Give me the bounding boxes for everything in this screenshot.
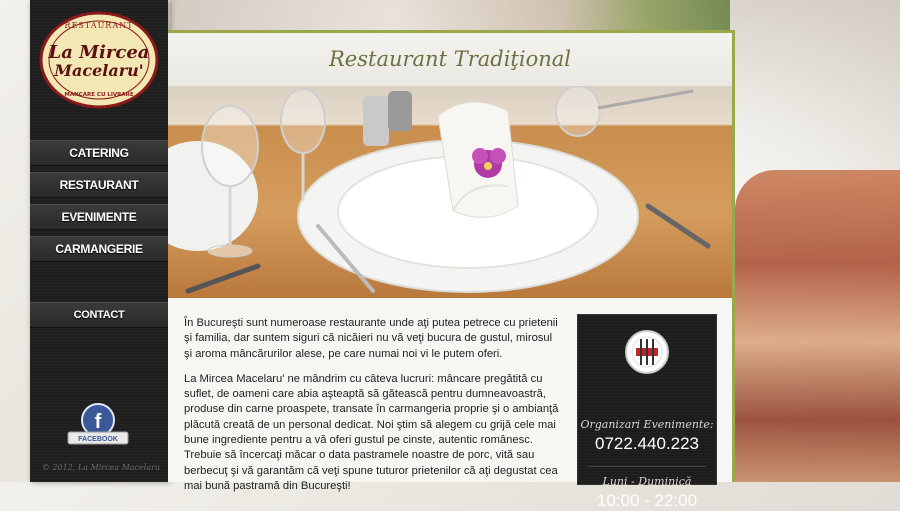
events-phone[interactable]: 0722.440.223 [578, 434, 716, 454]
logo-bottom-text: MANCARE CU LIVRARE [64, 92, 133, 98]
logo-top-text: RESTAURANT [65, 21, 134, 30]
intro-paragraph-1: În Bucureşti sunt numeroase restaurante … [184, 317, 558, 360]
logo-name-line1: La Mircea [48, 42, 150, 63]
main-nav: Catering Restaurant Evenimente Carmanger… [30, 140, 168, 334]
nav-item-contact[interactable]: Contact [30, 302, 168, 328]
events-label: Organizari Evenimente: [580, 418, 714, 431]
background-herbs [170, 0, 730, 32]
facebook-label: FACEBOOK [78, 436, 118, 443]
copyright: © 2012, La Mircea Macelaru [41, 463, 161, 472]
hero-image [168, 86, 732, 298]
nav-item-evenimente[interactable]: Evenimente [30, 204, 168, 230]
intro-paragraph-2: La Mircea Macelaru' ne mândrim cu câteva… [184, 372, 559, 492]
main-panel: Restaurant Tradiţional În Bucureşti sunt… [168, 30, 735, 510]
nav-item-catering[interactable]: Catering [30, 140, 168, 166]
sidebar: RESTAURANT La Mircea Macelaru' MANCARE C… [30, 0, 168, 482]
nav-item-restaurant[interactable]: Restaurant [30, 172, 168, 198]
facebook-badge[interactable]: f FACEBOOK [66, 402, 130, 448]
svg-text:f: f [95, 411, 102, 433]
opening-hours: 10:00 - 22:00 [596, 491, 698, 510]
restaurant-logo[interactable]: RESTAURANT La Mircea Macelaru' MANCARE C… [38, 10, 160, 110]
nav-item-carmangerie[interactable]: Carmangerie [30, 236, 168, 262]
page-title: Restaurant Tradiţional [168, 33, 732, 86]
info-divider [588, 466, 706, 467]
cutlery-icon [624, 329, 670, 375]
intro-text: În Bucureşti sunt numeroase restaurante … [184, 316, 562, 504]
logo-name-line2: Macelaru' [53, 61, 143, 80]
info-box: Organizari Evenimente: 0722.440.223 Luni… [577, 314, 717, 510]
background-pastrami [735, 170, 900, 482]
